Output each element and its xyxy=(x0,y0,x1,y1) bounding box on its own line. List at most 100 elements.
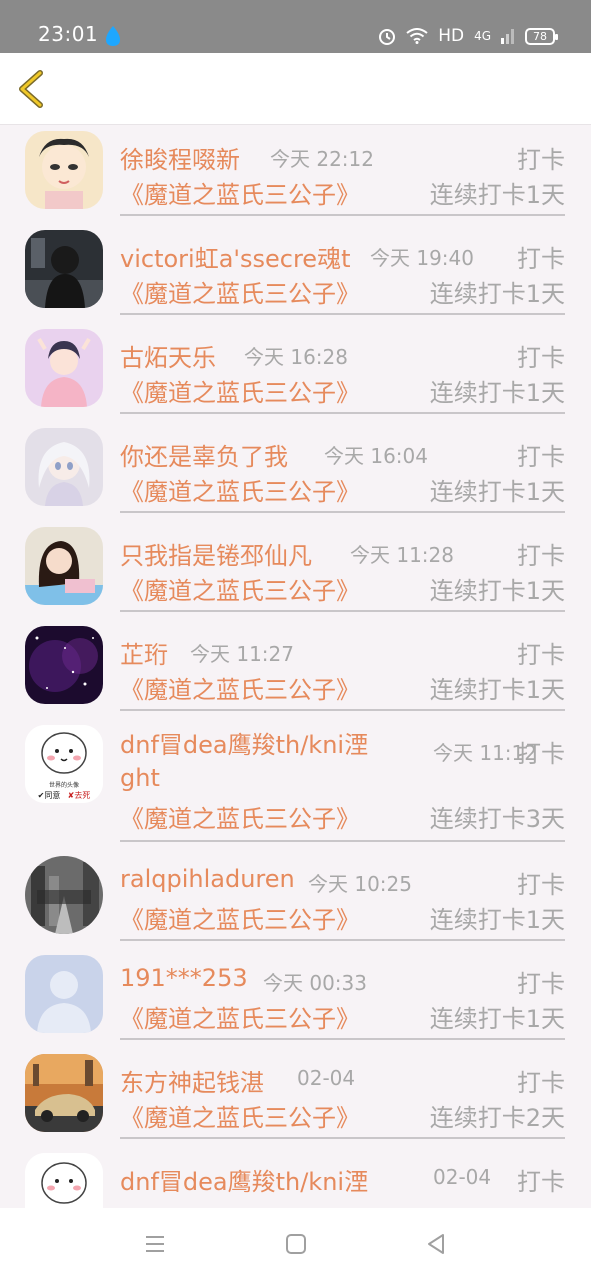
battery-icon: 78 xyxy=(525,27,558,45)
checkin-time: 02-04 xyxy=(433,1165,492,1189)
list-item[interactable]: 东方神起钱湛 02-04 打卡 《魔道之蓝氏三公子》 连续打卡2天 xyxy=(0,1048,591,1147)
list-item[interactable]: 世界的头像 ✔同意 ✘去死 dnf冒dea鹰羧th/kni湮ght 今天 11:12… xyxy=(0,719,591,850)
book-title[interactable]: 《魔道之蓝氏三公子》 xyxy=(120,472,360,507)
action-label: 打卡 xyxy=(517,245,565,273)
action-label: 打卡 xyxy=(517,740,565,768)
action-label: 打卡 xyxy=(517,146,565,174)
status-time: 23:01 xyxy=(38,22,99,46)
list-item[interactable]: 古炻天乐 今天 16:28 打卡 《魔道之蓝氏三公子》 连续打卡1天 xyxy=(0,323,591,422)
action-label: 打卡 xyxy=(517,871,565,899)
checkin-time: 今天 16:28 xyxy=(244,345,348,369)
checkin-time: 02-04 xyxy=(297,1066,356,1090)
avatar-caption: ✔同意 xyxy=(38,790,61,800)
action-label: 打卡 xyxy=(517,443,565,471)
streak-count: 连续打卡3天 xyxy=(429,805,565,833)
book-title[interactable]: 《魔道之蓝氏三公子》 xyxy=(120,1098,360,1133)
avatar[interactable] xyxy=(25,955,103,1033)
divider xyxy=(120,214,565,216)
wifi-icon xyxy=(406,28,428,44)
back-icon[interactable] xyxy=(424,1232,448,1256)
avatar[interactable]: 世界的头像 ✔同意 ✘去死 xyxy=(25,725,103,803)
user-name: 芷珩 xyxy=(120,641,168,669)
avatar[interactable] xyxy=(25,131,103,209)
checkin-list: 徐睃程啜新 今天 22:12 打卡 《魔道之蓝氏三公子》 连续打卡1天 vict… xyxy=(0,125,591,1208)
list-item[interactable]: 191***253 今天 00:33 打卡 《魔道之蓝氏三公子》 连续打卡1天 xyxy=(0,949,591,1048)
book-title[interactable]: 《魔道之蓝氏三公子》 xyxy=(120,799,360,834)
streak-count: 连续打卡1天 xyxy=(429,676,565,704)
user-name: 徐睃程啜新 xyxy=(120,146,240,174)
divider xyxy=(120,1137,565,1139)
list-item[interactable]: 只我指是锩邳仙凡 今天 11:28 打卡 《魔道之蓝氏三公子》 连续打卡1天 xyxy=(0,521,591,620)
action-label: 打卡 xyxy=(517,1168,565,1196)
avatar[interactable] xyxy=(25,626,103,704)
list-item[interactable]: dnf冒dea鹰羧th/kni湮 02-04 打卡 xyxy=(0,1147,591,1208)
checkin-time: 今天 00:33 xyxy=(263,971,367,995)
checkin-time: 今天 16:04 xyxy=(324,444,428,468)
top-navigation xyxy=(0,53,591,125)
signal-type: 4G xyxy=(474,29,491,43)
action-label: 打卡 xyxy=(517,1069,565,1097)
user-name: victori虹a'ssecre魂t xyxy=(120,245,351,273)
action-label: 打卡 xyxy=(517,542,565,570)
user-name: 只我指是锩邳仙凡 xyxy=(120,542,312,570)
streak-count: 连续打卡1天 xyxy=(429,280,565,308)
book-title[interactable]: 《魔道之蓝氏三公子》 xyxy=(120,175,360,210)
user-name: dnf冒dea鹰羧th/kni湮 xyxy=(120,1168,369,1196)
streak-count: 连续打卡1天 xyxy=(429,379,565,407)
notification-icon xyxy=(106,26,120,46)
list-item[interactable]: ralqpihladuren 今天 10:25 打卡 《魔道之蓝氏三公子》 连续… xyxy=(0,850,591,949)
streak-count: 连续打卡2天 xyxy=(429,1104,565,1132)
divider xyxy=(120,511,565,513)
user-name: ralqpihladuren xyxy=(120,865,295,893)
checkin-time: 今天 11:27 xyxy=(190,642,294,666)
alarm-icon xyxy=(379,29,396,45)
streak-count: 连续打卡1天 xyxy=(429,181,565,209)
avatar[interactable] xyxy=(25,527,103,605)
system-navigation-bar xyxy=(0,1208,591,1280)
avatar[interactable] xyxy=(25,428,103,506)
divider xyxy=(120,840,565,842)
action-label: 打卡 xyxy=(517,970,565,998)
divider xyxy=(120,939,565,941)
user-name: 东方神起钱湛 xyxy=(120,1069,264,1097)
avatar[interactable] xyxy=(25,1153,103,1208)
book-title[interactable]: 《魔道之蓝氏三公子》 xyxy=(120,373,360,408)
action-label: 打卡 xyxy=(517,344,565,372)
divider xyxy=(120,610,565,612)
divider xyxy=(120,1038,565,1040)
streak-count: 连续打卡1天 xyxy=(429,577,565,605)
book-title[interactable]: 《魔道之蓝氏三公子》 xyxy=(120,571,360,606)
book-title[interactable]: 《魔道之蓝氏三公子》 xyxy=(120,900,360,935)
avatar[interactable] xyxy=(25,230,103,308)
divider xyxy=(120,313,565,315)
list-item[interactable]: 徐睃程啜新 今天 22:12 打卡 《魔道之蓝氏三公子》 连续打卡1天 xyxy=(0,125,591,224)
user-name: dnf冒dea鹰羧th/kni湮ght xyxy=(120,731,369,792)
streak-count: 连续打卡1天 xyxy=(429,478,565,506)
user-name: 古炻天乐 xyxy=(120,344,216,372)
home-icon[interactable] xyxy=(284,1232,308,1256)
streak-count: 连续打卡1天 xyxy=(429,906,565,934)
user-name: 191***253 xyxy=(120,964,248,992)
book-title[interactable]: 《魔道之蓝氏三公子》 xyxy=(120,999,360,1034)
avatar[interactable] xyxy=(25,856,103,934)
back-chevron-icon[interactable] xyxy=(16,69,46,109)
divider xyxy=(120,412,565,414)
list-item[interactable]: 你还是辜负了我 今天 16:04 打卡 《魔道之蓝氏三公子》 连续打卡1天 xyxy=(0,422,591,521)
list-item[interactable]: 芷珩 今天 11:27 打卡 《魔道之蓝氏三公子》 连续打卡1天 xyxy=(0,620,591,719)
avatar[interactable] xyxy=(25,329,103,407)
checkin-time: 今天 11:28 xyxy=(350,543,454,567)
menu-icon[interactable] xyxy=(143,1232,167,1256)
user-name: 你还是辜负了我 xyxy=(120,443,288,471)
action-label: 打卡 xyxy=(517,641,565,669)
checkin-time: 今天 19:40 xyxy=(370,246,474,270)
network-type: HD xyxy=(438,26,465,46)
avatar-caption: 世界的头像 xyxy=(49,781,79,789)
book-title[interactable]: 《魔道之蓝氏三公子》 xyxy=(120,670,360,705)
checkin-time: 今天 10:25 xyxy=(308,872,412,896)
avatar[interactable] xyxy=(25,1054,103,1132)
avatar-caption: ✘去死 xyxy=(68,790,91,800)
list-item[interactable]: victori虹a'ssecre魂t 今天 19:40 打卡 《魔道之蓝氏三公子… xyxy=(0,224,591,323)
status-bar: 23:01 HD 4G 78 xyxy=(0,0,591,53)
signal-icon xyxy=(501,29,514,44)
book-title[interactable]: 《魔道之蓝氏三公子》 xyxy=(120,274,360,309)
